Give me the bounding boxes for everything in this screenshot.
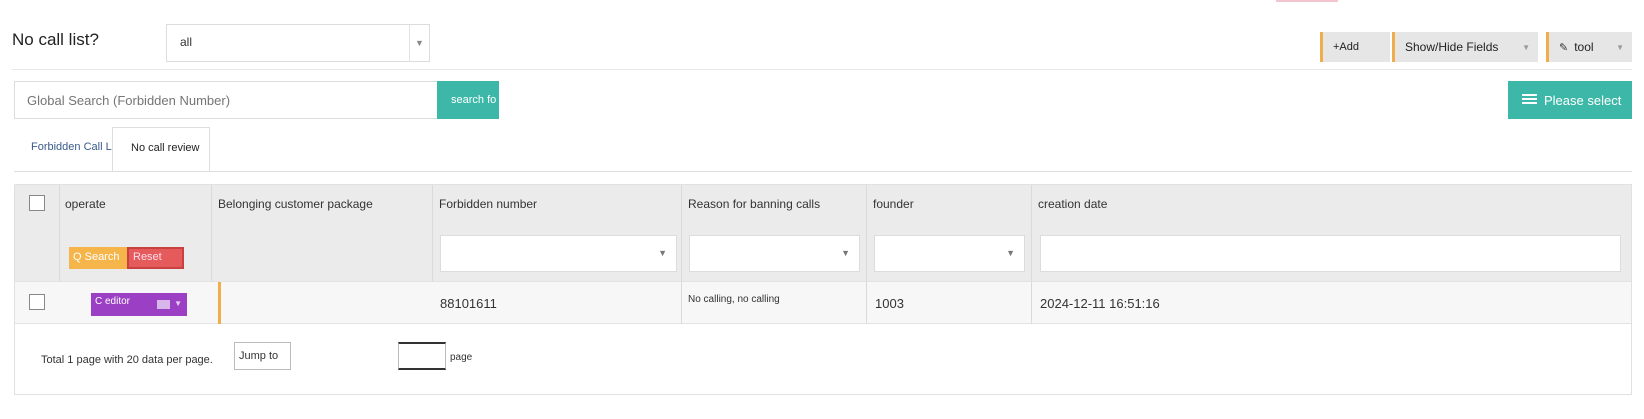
column-divider xyxy=(59,185,60,281)
table-header: operate Belonging customer package Forbi… xyxy=(15,185,1631,281)
column-header-creation-date: creation date xyxy=(1038,197,1108,211)
tool-label: tool xyxy=(1574,40,1594,54)
column-divider xyxy=(681,282,682,324)
column-divider xyxy=(432,185,433,281)
please-select-button[interactable]: Please select xyxy=(1508,81,1632,119)
list-icon xyxy=(1522,94,1537,106)
chevron-down-icon: ▼ xyxy=(658,248,667,258)
pen-icon: ✎ xyxy=(1559,41,1569,54)
show-hide-fields-label: Show/Hide Fields xyxy=(1405,40,1499,54)
global-search-input[interactable] xyxy=(14,81,438,119)
founder-cell: 1003 xyxy=(875,296,904,311)
page-label: page xyxy=(450,352,473,363)
header-divider xyxy=(12,69,1632,70)
menu-icon xyxy=(157,300,170,309)
tab-no-call-review[interactable]: No call review xyxy=(112,127,210,172)
column-header-reason: Reason for banning calls xyxy=(688,197,821,211)
column-divider xyxy=(866,185,867,281)
column-divider xyxy=(1031,185,1032,281)
founder-filter[interactable]: ▼ xyxy=(874,235,1025,272)
search-button[interactable]: search fo xyxy=(437,81,499,119)
creation-date-cell: 2024-12-11 16:51:16 xyxy=(1040,296,1160,311)
forbidden-number-filter[interactable]: ▼ xyxy=(440,235,677,272)
creation-date-filter[interactable] xyxy=(1040,235,1621,272)
add-button[interactable]: +Add xyxy=(1320,32,1390,62)
filter-search-button[interactable]: Q Search xyxy=(69,247,129,269)
column-header-founder: founder xyxy=(873,197,914,211)
column-header-forbidden-number: Forbidden number xyxy=(439,197,538,211)
chevron-down-icon: ▼ xyxy=(409,25,429,61)
please-select-label: Please select xyxy=(1544,92,1622,108)
column-header-customer-package: Belonging customer package xyxy=(218,197,373,211)
editor-button-label: C editor xyxy=(95,296,131,307)
select-all-checkbox[interactable] xyxy=(29,195,45,211)
row-checkbox[interactable] xyxy=(29,294,45,310)
list-filter-select[interactable]: all ▼ xyxy=(166,24,430,62)
row-marker xyxy=(218,282,221,324)
column-header-operate: operate xyxy=(65,197,106,211)
jump-to-button[interactable]: Jump to xyxy=(234,342,291,370)
column-divider xyxy=(1031,282,1032,324)
chevron-down-icon: ▼ xyxy=(174,299,182,308)
filter-reset-button[interactable]: Reset xyxy=(127,247,184,269)
page-number-input[interactable] xyxy=(398,342,446,370)
show-hide-fields-button[interactable]: Show/Hide Fields ▼ xyxy=(1392,32,1538,62)
column-divider xyxy=(211,185,212,281)
forbidden-number-cell: 88101611 xyxy=(440,296,497,311)
editor-button[interactable]: C editor ▼ xyxy=(91,293,187,316)
chevron-down-icon: ▼ xyxy=(1522,42,1530,52)
forbidden-list-table: operate Belonging customer package Forbi… xyxy=(14,184,1632,395)
chevron-down-icon: ▼ xyxy=(1006,248,1015,258)
top-accent-mark xyxy=(1276,0,1338,2)
chevron-down-icon: ▼ xyxy=(1616,42,1624,52)
tool-button[interactable]: ✎ tool ▼ xyxy=(1546,32,1632,62)
list-filter-value: all xyxy=(180,35,193,49)
reason-filter[interactable]: ▼ xyxy=(689,235,860,272)
page-title: No call list? xyxy=(12,30,99,49)
chevron-down-icon: ▼ xyxy=(841,248,850,258)
pagination-summary: Total 1 page with 20 data per page. xyxy=(41,354,213,366)
column-divider xyxy=(681,185,682,281)
reason-cell: No calling, no calling xyxy=(688,294,780,305)
column-divider xyxy=(866,282,867,324)
table-row: C editor ▼ 88101611 No calling, no calli… xyxy=(15,281,1631,324)
tabs-divider xyxy=(14,171,1632,172)
tab-forbidden-call-list[interactable]: Forbidden Call List xyxy=(31,141,123,153)
